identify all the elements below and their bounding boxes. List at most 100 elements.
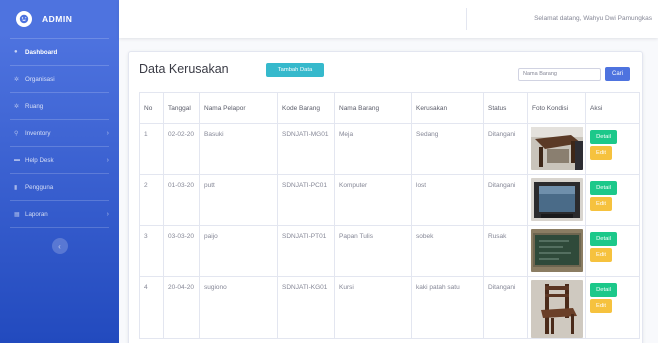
detail-button[interactable]: Detail xyxy=(590,130,617,144)
sidebar-item-label: Inventory xyxy=(25,129,51,137)
monitor-photo[interactable] xyxy=(531,178,583,221)
cell-pelapor: Basuki xyxy=(199,123,278,175)
laugh-wink-icon xyxy=(16,11,32,27)
table-icon: ▦ xyxy=(14,211,20,218)
cell-kode: SDNJATI-MG01 xyxy=(277,123,335,175)
cell-aksi: Detail Edit xyxy=(585,174,640,226)
cell-status: Ditangani xyxy=(483,174,528,226)
column-header-kode-barang: Kode Barang xyxy=(277,92,335,124)
folder-icon: ▬ xyxy=(14,157,20,163)
cell-aksi: Detail Edit xyxy=(585,123,640,175)
cell-kerusakan: lost xyxy=(411,174,484,226)
cell-kerusakan: sobek xyxy=(411,225,484,277)
sidebar-item-label: Pengguna xyxy=(25,183,54,191)
cell-no: 3 xyxy=(139,225,164,277)
cell-tanggal: 20-04-20 xyxy=(163,276,200,339)
detail-button[interactable]: Detail xyxy=(590,232,617,246)
sidebar-item-label: Laporan xyxy=(25,210,48,218)
cell-kerusakan: kaki patah satu xyxy=(411,276,484,339)
chevron-right-icon: › xyxy=(106,156,109,164)
cell-foto xyxy=(527,276,586,339)
column-header-no: No xyxy=(139,92,164,124)
sidebar-item-pengguna[interactable]: ▮ Pengguna xyxy=(0,174,119,200)
cell-kode: SDNJATI-PC01 xyxy=(277,174,335,226)
detail-button[interactable]: Detail xyxy=(590,181,617,195)
page-title: Data Kerusakan xyxy=(139,62,229,76)
cell-barang: Meja xyxy=(334,123,412,175)
cog-icon: ✲ xyxy=(14,76,20,83)
user-greeting[interactable]: Selamat datang, Wahyu Dwi Pamungkas xyxy=(534,0,652,38)
cell-kode: SDNJATI-PT01 xyxy=(277,225,335,277)
sidebar-toggle-button[interactable]: ‹ xyxy=(51,238,68,254)
search-button[interactable]: Cari xyxy=(605,67,630,81)
topbar: Selamat datang, Wahyu Dwi Pamungkas xyxy=(119,0,658,38)
table-row: 2 01-03-20 putt SDNJATI-PC01 Komputer lo… xyxy=(139,174,640,226)
column-header-nama-barang: Nama Barang xyxy=(334,92,412,124)
chevron-right-icon: › xyxy=(106,210,109,218)
chart-icon: ▮ xyxy=(14,184,18,191)
cell-kode: SDNJATI-KG01 xyxy=(277,276,335,339)
column-header-aksi: Aksi xyxy=(585,92,640,124)
cell-barang: Komputer xyxy=(334,174,412,226)
brand[interactable]: ADMIN xyxy=(0,0,119,38)
cell-tanggal: 03-03-20 xyxy=(163,225,200,277)
cell-aksi: Detail Edit xyxy=(585,276,640,339)
sidebar-item-dashboard[interactable]: ● Dashboard xyxy=(0,39,119,65)
chevron-right-icon: › xyxy=(106,129,109,137)
cell-no: 2 xyxy=(139,174,164,226)
cell-status: Rusak xyxy=(483,225,528,277)
add-data-button[interactable]: Tambah Data xyxy=(266,63,324,77)
cell-aksi: Detail Edit xyxy=(585,225,640,277)
column-header-kerusakan: Kerusakan xyxy=(411,92,484,124)
cell-barang: Papan Tulis xyxy=(334,225,412,277)
detail-button[interactable]: Detail xyxy=(590,283,617,297)
edit-button[interactable]: Edit xyxy=(590,146,612,160)
cell-kerusakan: Sedang xyxy=(411,123,484,175)
sidebar-item-label: Dashboard xyxy=(25,48,58,56)
sidebar-item-help-desk[interactable]: ▬ Help Desk › xyxy=(0,147,119,173)
table-row: 4 20-04-20 sugiono SDNJATI-KG01 Kursi ka… xyxy=(139,276,640,339)
sidebar-item-label: Organisasi xyxy=(25,75,55,83)
cogs-icon: ✲ xyxy=(14,103,20,110)
edit-button[interactable]: Edit xyxy=(590,197,612,211)
sidebar-item-laporan[interactable]: ▦ Laporan › xyxy=(0,201,119,227)
cell-tanggal: 02-02-20 xyxy=(163,123,200,175)
cell-foto xyxy=(527,174,586,226)
sidebar-item-ruang[interactable]: ✲ Ruang xyxy=(0,93,119,119)
column-header-nama-pelapor: Nama Pelapor xyxy=(199,92,278,124)
search-input[interactable]: Nama Barang xyxy=(518,68,601,81)
cell-foto xyxy=(527,123,586,175)
sidebar-item-label: Ruang xyxy=(25,102,44,110)
wrench-icon: ⚲ xyxy=(14,130,19,137)
cell-status: Ditangani xyxy=(483,123,528,175)
table-row: 1 02-02-20 Basuki SDNJATI-MG01 Meja Seda… xyxy=(139,123,640,175)
cell-foto xyxy=(527,225,586,277)
column-header-status: Status xyxy=(483,92,528,124)
cell-status: Ditangani xyxy=(483,276,528,339)
sidebar: ADMIN ● Dashboard ✲ Organisasi ✲ Ruang ⚲… xyxy=(0,0,119,343)
data-card: Data Kerusakan Tambah Data Nama Barang C… xyxy=(128,51,643,343)
brand-name: ADMIN xyxy=(42,14,73,24)
chair-photo[interactable] xyxy=(531,280,583,338)
edit-button[interactable]: Edit xyxy=(590,248,612,262)
table-row: 3 03-03-20 paijo SDNJATI-PT01 Papan Tuli… xyxy=(139,225,640,277)
sidebar-divider xyxy=(10,227,109,228)
topbar-divider xyxy=(466,8,467,30)
edit-button[interactable]: Edit xyxy=(590,299,612,313)
cell-tanggal: 01-03-20 xyxy=(163,174,200,226)
sidebar-item-label: Help Desk xyxy=(25,156,54,164)
sidebar-item-inventory[interactable]: ⚲ Inventory › xyxy=(0,120,119,146)
kerusakan-table: No Tanggal Nama Pelapor Kode Barang Nama… xyxy=(139,92,640,339)
column-header-tanggal: Tanggal xyxy=(163,92,200,124)
cell-pelapor: paijo xyxy=(199,225,278,277)
cell-pelapor: sugiono xyxy=(199,276,278,339)
cell-no: 4 xyxy=(139,276,164,339)
cell-barang: Kursi xyxy=(334,276,412,339)
column-header-foto-kondisi: Foto Kondisi xyxy=(527,92,586,124)
sidebar-item-organisasi[interactable]: ✲ Organisasi xyxy=(0,66,119,92)
table-photo[interactable] xyxy=(531,127,583,170)
tachometer-icon: ● xyxy=(14,49,18,55)
chevron-left-icon: ‹ xyxy=(58,241,61,251)
cell-no: 1 xyxy=(139,123,164,175)
blackboard-photo[interactable] xyxy=(531,229,583,272)
